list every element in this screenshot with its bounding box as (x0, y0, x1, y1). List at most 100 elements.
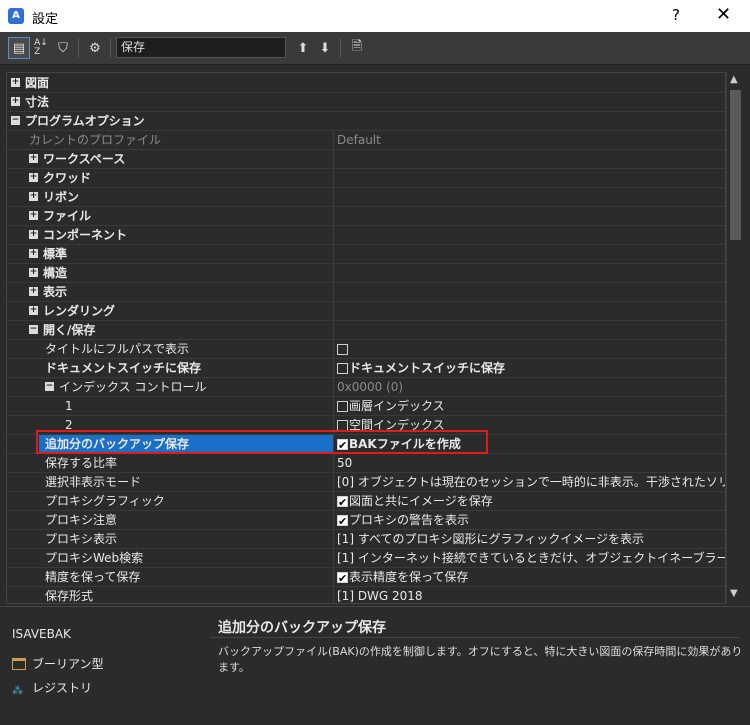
down-arrow-icon[interactable]: ⬇ (314, 37, 336, 59)
property-value-text: 図面と共にイメージを保存 (349, 494, 493, 508)
property-row[interactable]: + 構造 (7, 264, 725, 283)
property-value[interactable]: 図面と共にイメージを保存 (337, 492, 493, 512)
scroll-thumb[interactable] (730, 90, 741, 240)
column-divider (333, 321, 334, 339)
expand-icon[interactable]: + (29, 154, 38, 163)
gear-icon[interactable]: ⚙ (84, 37, 106, 59)
expand-icon[interactable]: + (29, 230, 38, 239)
property-row[interactable]: カレントのプロファイル Default (7, 131, 725, 150)
categorized-icon[interactable]: ▤ (8, 37, 30, 59)
property-row[interactable]: タイトルにフルパスで表示 (7, 340, 725, 359)
expand-icon[interactable]: + (29, 287, 38, 296)
property-row[interactable]: + 寸法 (7, 93, 725, 112)
column-divider (333, 473, 334, 491)
property-row[interactable]: + 表示 (7, 283, 725, 302)
column-divider (333, 264, 334, 282)
toolbar: ▤ A↓ Z ⛉ ⚙ 保存 ⬆ ⬇ 🗎 (0, 32, 750, 65)
column-divider (333, 283, 334, 301)
expand-icon[interactable]: + (29, 306, 38, 315)
column-divider (333, 454, 334, 472)
checkbox[interactable] (337, 513, 348, 531)
property-row[interactable]: − インデックス コントロール 0x0000 (0) (7, 378, 725, 397)
checkbox[interactable] (337, 344, 348, 355)
property-value-text: 画層インデックス (349, 399, 445, 413)
property-value[interactable]: Default (337, 131, 381, 149)
property-row[interactable]: 精度を保って保存 表示精度を保って保存 (7, 568, 725, 588)
column-divider (333, 511, 334, 529)
property-name: プロキシ表示 (45, 532, 118, 546)
property-value[interactable]: 0x0000 (0) (337, 378, 403, 396)
checkbox[interactable] (337, 494, 348, 512)
property-row[interactable]: ドキュメントスイッチに保存 ドキュメントスイッチに保存 (7, 359, 725, 378)
property-value[interactable] (337, 340, 349, 358)
property-row[interactable]: + 標準 (7, 245, 725, 264)
checkbox[interactable] (337, 570, 348, 588)
property-row[interactable]: + ワークスペース (7, 150, 725, 169)
property-grid[interactable]: + 図面 + 寸法 − プログラムオプションカレントのプロファイル Default + ワークス… (6, 72, 726, 604)
property-row[interactable]: プロキシ表示 [1] すべてのプロキシ図形にグラフィックイメージを表示 (7, 530, 725, 549)
property-row[interactable]: + コンポーネント (7, 226, 725, 245)
collapse-icon[interactable]: − (29, 325, 38, 334)
alphabetical-icon[interactable]: A↓ Z (30, 37, 52, 59)
property-row[interactable]: − プログラムオプション (7, 112, 725, 131)
column-divider (333, 587, 334, 603)
property-value-text: 0x0000 (0) (337, 380, 404, 394)
property-name: タイトルにフルパスで表示 (45, 342, 190, 356)
property-name: カレントのプロファイル (29, 133, 162, 147)
property-row[interactable]: 保存形式 [1] DWG 2018 (7, 587, 725, 603)
property-row[interactable]: プロキシグラフィック 図面と共にイメージを保存 (7, 492, 725, 512)
property-name: コンポーネント (43, 228, 128, 242)
property-row[interactable]: + ファイル (7, 207, 725, 226)
property-row[interactable]: − 開く/保存 (7, 321, 725, 340)
scroll-up-icon[interactable]: ▲ (730, 74, 738, 85)
scrollbar[interactable]: ▲ ▼ (726, 72, 744, 604)
property-row[interactable]: プロキシWeb検索 [1] インターネット接続できているときだけ、オブジェクトイネ… (7, 549, 725, 568)
property-value[interactable]: 50 (337, 454, 352, 472)
expand-icon[interactable]: + (11, 97, 20, 106)
property-row[interactable]: 1 画層インデックス (7, 397, 725, 416)
scroll-down-icon[interactable]: ▼ (730, 588, 738, 599)
property-value[interactable]: [1] すべてのプロキシ図形にグラフィックイメージを表示 (337, 530, 644, 548)
property-value[interactable]: ドキュメントスイッチに保存 (337, 359, 505, 377)
close-button[interactable]: ✕ (716, 4, 731, 25)
property-row[interactable]: プロキシ注意 プロキシの警告を表示 (7, 511, 725, 531)
property-value[interactable]: [1] インターネット接続できているときだけ、オブジェクトイネーブラーをチェック (337, 549, 725, 567)
expand-icon[interactable]: + (29, 192, 38, 201)
property-row[interactable]: + 図面 (7, 74, 725, 93)
expand-icon[interactable]: + (11, 78, 20, 87)
property-value[interactable]: [0] オブジェクトは現在のセッションで一時的に非表示。干渉されたソリッドは、干… (337, 473, 725, 491)
checkbox[interactable] (337, 401, 348, 412)
checkbox[interactable] (337, 363, 348, 374)
collapse-icon[interactable]: − (45, 382, 54, 391)
property-row[interactable]: + リボン (7, 188, 725, 207)
property-row[interactable]: + クワッド (7, 169, 725, 188)
expand-icon[interactable]: + (29, 268, 38, 277)
property-name: 保存形式 (45, 589, 94, 603)
property-row[interactable]: 選択非表示モード [0] オブジェクトは現在のセッションで一時的に非表示。干渉され… (7, 473, 725, 492)
property-name: 標準 (43, 247, 68, 261)
column-divider (333, 359, 334, 377)
property-value[interactable]: [1] DWG 2018 (337, 587, 423, 603)
expand-icon[interactable]: + (29, 211, 38, 220)
expand-icon[interactable]: + (29, 249, 38, 258)
property-name: クワッド (43, 171, 92, 185)
variable-type-label: ブーリアン型 (32, 657, 104, 671)
column-divider (333, 207, 334, 225)
property-row[interactable]: 保存する比率 50 (7, 454, 725, 473)
property-name: 保存する比率 (45, 456, 118, 470)
registry-icon: ⁂ (12, 684, 23, 697)
property-value[interactable]: 画層インデックス (337, 397, 445, 415)
property-name: 表示 (43, 285, 68, 299)
expand-icon[interactable]: + (29, 173, 38, 182)
export-icon[interactable]: 🗎 (346, 37, 368, 59)
up-arrow-icon[interactable]: ⬆ (292, 37, 314, 59)
property-value[interactable]: 表示精度を保って保存 (337, 568, 468, 588)
variable-type: ブーリアン型 (12, 655, 104, 672)
help-button[interactable]: ? (672, 6, 680, 24)
search-input[interactable]: 保存 (116, 37, 286, 58)
filter-icon[interactable]: ⛉ (52, 37, 74, 59)
collapse-icon[interactable]: − (11, 116, 20, 125)
column-divider (333, 340, 334, 358)
property-value[interactable]: プロキシの警告を表示 (337, 511, 469, 531)
property-row[interactable]: + レンダリング (7, 302, 725, 321)
